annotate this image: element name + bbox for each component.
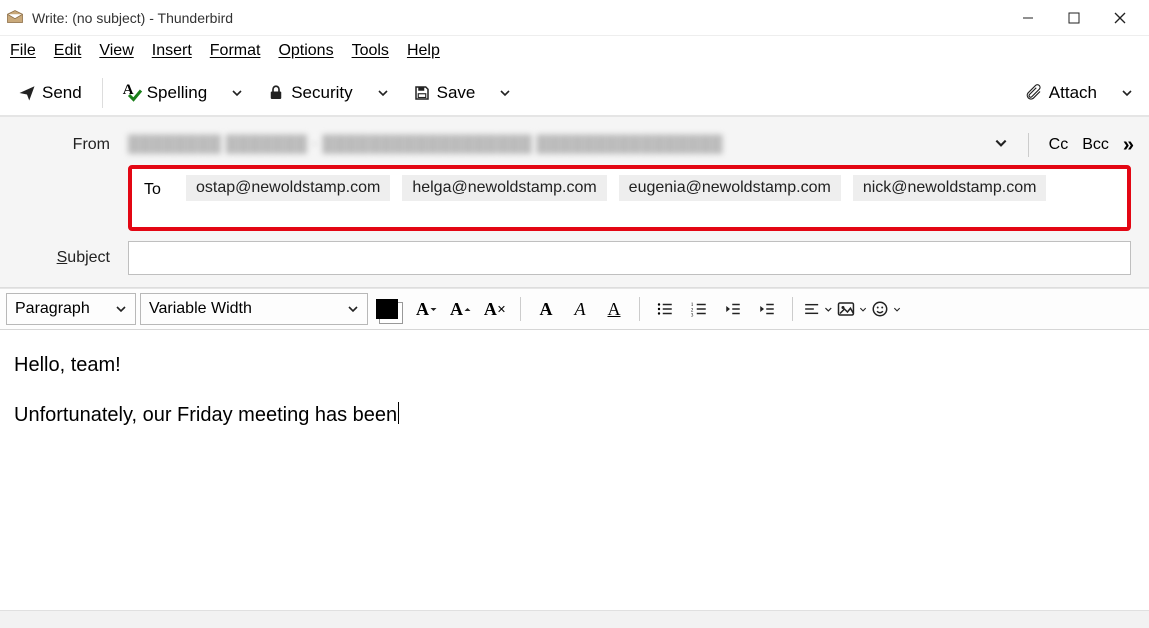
save-dropdown[interactable] <box>491 76 519 110</box>
from-label: From <box>18 136 128 154</box>
window-title: Write: (no subject) - Thunderbird <box>32 10 233 26</box>
security-button[interactable]: Security <box>257 76 362 110</box>
chevron-down-icon <box>824 305 833 314</box>
menu-edit[interactable]: Edit <box>54 42 82 60</box>
align-button[interactable] <box>803 294 833 324</box>
format-toolbar: Paragraph Variable Width A A A✕ A A A 12… <box>0 288 1149 330</box>
body-line: Unfortunately, our Friday meeting has be… <box>14 400 1135 430</box>
chevron-down-icon <box>499 87 511 99</box>
separator <box>520 297 521 321</box>
insert-image-button[interactable] <box>837 294 867 324</box>
headers-area: From ████████ ███████ · ████████████████… <box>0 117 1149 288</box>
italic-button[interactable]: A <box>565 294 595 324</box>
security-label: Security <box>291 83 352 103</box>
save-icon <box>413 84 431 102</box>
message-body[interactable]: Hello, team! Unfortunately, our Friday m… <box>0 330 1149 610</box>
chevron-down-icon <box>377 87 389 99</box>
caret-down-icon <box>429 305 438 314</box>
separator <box>792 297 793 321</box>
recipient-chip[interactable]: ostap@newoldstamp.com <box>186 175 390 201</box>
menu-format[interactable]: Format <box>210 42 261 60</box>
security-dropdown[interactable] <box>369 76 397 110</box>
chevron-down-icon <box>994 136 1008 150</box>
save-label: Save <box>437 83 476 103</box>
menu-file[interactable]: File <box>10 42 36 60</box>
titlebar: Write: (no subject) - Thunderbird <box>0 0 1149 36</box>
remove-formatting-button[interactable]: A✕ <box>480 294 510 324</box>
save-button[interactable]: Save <box>403 76 486 110</box>
spelling-icon: A <box>123 84 141 102</box>
send-icon <box>18 84 36 102</box>
to-chips: ostap@newoldstamp.com helga@newoldstamp.… <box>186 175 1046 201</box>
send-label: Send <box>42 83 82 103</box>
menu-tools[interactable]: Tools <box>352 42 389 60</box>
paperclip-icon <box>1025 84 1043 102</box>
subject-label: Subject <box>18 249 128 267</box>
menubar: File Edit View Insert Format Options Too… <box>0 36 1149 71</box>
more-headers-button[interactable]: » <box>1123 134 1131 157</box>
menu-insert[interactable]: Insert <box>152 42 192 60</box>
menu-help[interactable]: Help <box>407 42 440 60</box>
spelling-button[interactable]: A Spelling <box>113 76 218 110</box>
insert-emoji-button[interactable] <box>871 294 901 324</box>
separator <box>1028 133 1029 157</box>
font-family-select[interactable]: Variable Width <box>140 293 368 325</box>
separator <box>102 78 103 108</box>
chevron-down-icon <box>115 303 127 315</box>
chevron-down-icon <box>893 305 901 314</box>
minimize-button[interactable] <box>1005 2 1051 34</box>
caret-up-icon <box>463 305 472 314</box>
maximize-button[interactable] <box>1051 2 1097 34</box>
spelling-dropdown[interactable] <box>223 76 251 110</box>
recipient-chip[interactable]: helga@newoldstamp.com <box>402 175 606 201</box>
numbered-list-button[interactable]: 123 <box>684 294 714 324</box>
toolbar: Send A Spelling Security Save Attach <box>0 71 1149 117</box>
bold-button[interactable]: A <box>531 294 561 324</box>
lock-icon <box>267 84 285 102</box>
chevron-down-icon <box>231 87 243 99</box>
paragraph-style-value: Paragraph <box>15 300 90 318</box>
from-row: From ████████ ███████ · ████████████████… <box>18 131 1131 159</box>
recipient-chip[interactable]: eugenia@newoldstamp.com <box>619 175 841 201</box>
to-label: To <box>140 175 174 199</box>
bullet-list-button[interactable] <box>650 294 680 324</box>
chevron-down-icon <box>1121 87 1133 99</box>
subject-row: Subject <box>18 241 1131 275</box>
body-line: Hello, team! <box>14 350 1135 380</box>
menu-options[interactable]: Options <box>278 42 333 60</box>
indent-button[interactable] <box>752 294 782 324</box>
subject-input[interactable] <box>128 241 1131 275</box>
text-color-swatch[interactable] <box>376 299 398 319</box>
to-field-highlighted[interactable]: To ostap@newoldstamp.com helga@newoldsta… <box>128 165 1131 231</box>
outdent-button[interactable] <box>718 294 748 324</box>
attach-label: Attach <box>1049 83 1097 103</box>
statusbar <box>0 610 1149 628</box>
menu-view[interactable]: View <box>99 42 133 60</box>
send-button[interactable]: Send <box>8 76 92 110</box>
cc-button[interactable]: Cc <box>1049 136 1069 154</box>
font-family-value: Variable Width <box>149 300 252 318</box>
font-size-decrease-button[interactable]: A <box>412 294 442 324</box>
from-value-blurred[interactable]: ████████ ███████ · ██████████████████ ██… <box>128 131 978 159</box>
separator <box>639 297 640 321</box>
bcc-button[interactable]: Bcc <box>1082 136 1109 154</box>
font-size-increase-button[interactable]: A <box>446 294 476 324</box>
chevron-down-icon <box>859 305 867 314</box>
attach-dropdown[interactable] <box>1113 76 1141 110</box>
recipient-chip[interactable]: nick@newoldstamp.com <box>853 175 1047 201</box>
from-dropdown[interactable] <box>994 136 1008 155</box>
paragraph-style-select[interactable]: Paragraph <box>6 293 136 325</box>
svg-text:3: 3 <box>691 313 694 319</box>
chevron-down-icon <box>347 303 359 315</box>
text-cursor <box>398 402 399 424</box>
app-icon <box>6 9 24 27</box>
attach-button[interactable]: Attach <box>1015 76 1107 110</box>
subject-label-rest: ubject <box>67 249 110 266</box>
to-row: To ostap@newoldstamp.com helga@newoldsta… <box>18 165 1131 231</box>
underline-button[interactable]: A <box>599 294 629 324</box>
spelling-label: Spelling <box>147 83 208 103</box>
close-button[interactable] <box>1097 2 1143 34</box>
